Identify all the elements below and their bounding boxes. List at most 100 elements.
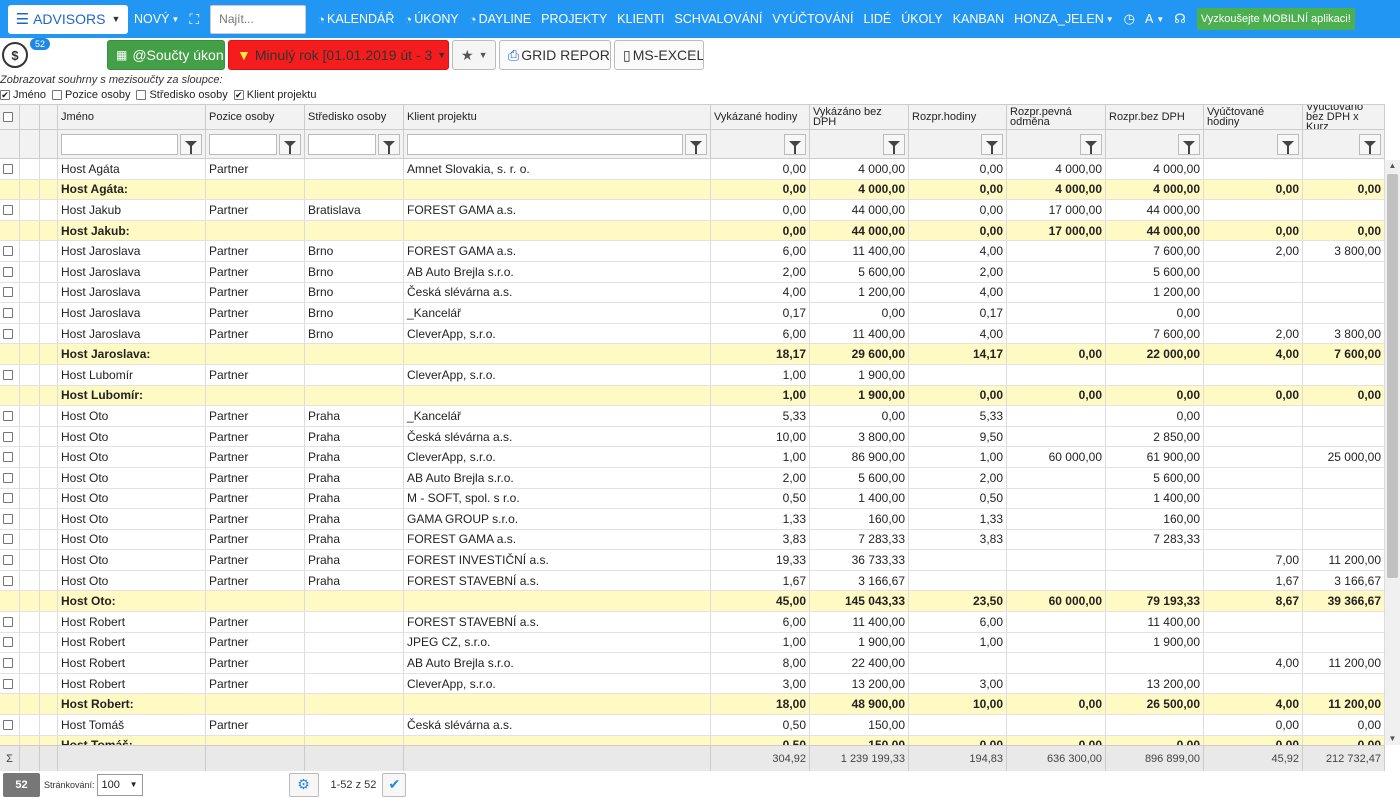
row-select-cell[interactable] xyxy=(0,488,20,509)
column-header[interactable]: Rozpr.pevná odměna xyxy=(1007,105,1106,129)
column-header[interactable]: Jméno xyxy=(58,105,206,129)
row-select-cell[interactable] xyxy=(0,220,20,241)
column-filter-button[interactable] xyxy=(1359,133,1381,155)
row-select-cell[interactable] xyxy=(0,715,20,735)
clock-icon[interactable]: ◷ xyxy=(1124,11,1135,27)
row-checkbox[interactable] xyxy=(3,452,13,463)
row-checkbox[interactable] xyxy=(3,493,13,504)
column-filter-button[interactable] xyxy=(883,133,905,155)
nav-projekty[interactable]: PROJEKTY xyxy=(541,12,607,26)
ms-excel-button[interactable]: ▯ MS-EXCEL xyxy=(614,40,704,70)
column-header[interactable]: Vykázáno bez DPH xyxy=(810,105,909,129)
grid-settings-button[interactable]: ⚙ xyxy=(288,772,319,797)
table-row[interactable]: Host Jaroslava Partner Brno CleverApp, s.r.… xyxy=(0,323,1385,345)
table-row[interactable]: Host Oto Partner Praha FOREST INVESTIČNÍ a.… xyxy=(0,550,1385,571)
row-checkbox[interactable] xyxy=(3,575,13,586)
row-checkbox[interactable] xyxy=(3,369,13,380)
table-row[interactable]: Host Oto Partner Praha FOREST GAMA a.s. 3,83… xyxy=(0,529,1385,551)
column-filter-input[interactable] xyxy=(61,133,178,155)
row-checkbox[interactable] xyxy=(3,555,13,566)
subtotal-row[interactable]: Host Agáta: 0,00 4 000,00 0,00 4 000,00 4 000… xyxy=(0,179,1385,201)
row-checkbox[interactable] xyxy=(3,287,13,298)
nav-klienti[interactable]: KLIENTI xyxy=(617,12,664,26)
subtotal-checkbox[interactable]: ✔ xyxy=(233,90,244,100)
mobile-app-button[interactable]: Vyzkoušejte MOBILNÍ aplikaci! xyxy=(1196,8,1355,30)
row-select-cell[interactable] xyxy=(0,303,20,323)
row-checkbox[interactable] xyxy=(3,266,13,277)
nav-lide[interactable]: LIDÉ xyxy=(863,12,891,26)
advisors-menu-button[interactable]: ☰ ADVISORS ▼ xyxy=(8,4,128,34)
row-checkbox[interactable] xyxy=(3,637,13,648)
row-select-cell[interactable] xyxy=(0,591,20,612)
column-filter-input[interactable] xyxy=(308,133,376,155)
table-row[interactable]: Host Jaroslava Partner Brno AB Auto Brejla … xyxy=(0,261,1385,283)
row-checkbox[interactable] xyxy=(3,534,13,545)
select-all-header[interactable] xyxy=(0,105,20,129)
row-select-cell[interactable] xyxy=(0,385,20,406)
table-row[interactable]: Host Robert Partner JPEG CZ, s.r.o. 1,00 1 9… xyxy=(0,632,1385,654)
column-header[interactable]: Rozpr.hodiny xyxy=(909,105,1007,129)
row-select-cell[interactable] xyxy=(0,632,20,653)
row-select-cell[interactable] xyxy=(0,467,20,488)
nav-kanban[interactable]: KANBAN xyxy=(953,12,1004,26)
favorites-button[interactable]: ★ ▼ xyxy=(452,40,496,70)
row-select-cell[interactable] xyxy=(0,612,20,632)
table-row[interactable]: Host Agáta Partner Amnet Slovakia, s. r. o… xyxy=(0,159,1385,180)
table-row[interactable]: Host Robert Partner FOREST STAVEBNÍ a.s. 6,… xyxy=(0,612,1385,633)
scroll-down-icon[interactable]: ▼ xyxy=(1385,733,1400,745)
table-row[interactable]: Host Robert Partner CleverApp, s.r.o. 3,00 1… xyxy=(0,673,1385,695)
nav-ukony[interactable]: ◔ ÚKONY xyxy=(404,12,458,27)
table-row[interactable]: Host Jaroslava Partner Brno FOREST GAMA a.s… xyxy=(0,241,1385,262)
table-row[interactable]: Host Oto Partner Praha Česká slévárna a.s. 1… xyxy=(0,426,1385,448)
column-header[interactable]: Vyúčtované hodiny xyxy=(1204,105,1303,129)
subtotal-row[interactable]: Host Robert: 18,00 48 900,00 10,00 0,00 26 50… xyxy=(0,694,1385,716)
page-size-select[interactable]: 100 ▼ xyxy=(96,773,143,796)
row-checkbox[interactable] xyxy=(3,678,13,689)
column-filter-button[interactable] xyxy=(1277,133,1299,155)
row-select-cell[interactable] xyxy=(0,159,20,179)
row-checkbox[interactable] xyxy=(3,163,13,174)
language-menu[interactable]: A ▼ xyxy=(1145,12,1164,26)
row-select-cell[interactable] xyxy=(0,406,20,426)
grid-scrollbar[interactable]: ▲ ▼ xyxy=(1385,160,1400,745)
headset-icon[interactable]: ☊ xyxy=(1174,11,1186,27)
history-clock-icon[interactable]: $ xyxy=(0,40,34,70)
row-select-cell[interactable] xyxy=(0,550,20,570)
table-row[interactable]: Host Oto Partner Praha FOREST STAVEBNÍ a.s.… xyxy=(0,570,1385,592)
row-select-cell[interactable] xyxy=(0,570,20,591)
row-checkbox[interactable] xyxy=(3,658,13,669)
table-row[interactable]: Host Tomáš Partner Česká slévárna a.s. 0,50… xyxy=(0,715,1385,736)
table-row[interactable]: Host Oto Partner Praha GAMA GROUP s.r.o. 1,3… xyxy=(0,509,1385,530)
row-select-cell[interactable] xyxy=(0,323,20,344)
summary-view-button[interactable]: ▦ @Součty úkonů ▼ xyxy=(107,40,225,70)
row-checkbox[interactable] xyxy=(3,616,13,627)
row-select-cell[interactable] xyxy=(0,200,20,220)
column-filter-button[interactable] xyxy=(685,133,707,155)
row-checkbox[interactable] xyxy=(3,472,13,483)
row-select-cell[interactable] xyxy=(0,653,20,673)
subtotal-row[interactable]: Host Lubomír: 1,00 1 900,00 0,00 0,00 0,00 0,0… xyxy=(0,385,1385,407)
column-filter-input[interactable] xyxy=(407,133,683,155)
row-checkbox[interactable] xyxy=(3,307,13,318)
row-checkbox[interactable] xyxy=(3,328,13,339)
new-menu[interactable]: NOVÝ ▼ xyxy=(134,12,179,26)
row-select-cell[interactable] xyxy=(0,447,20,467)
period-filter-button[interactable]: ▼ Minulý rok [01.01.2019 út - 3 ▼ xyxy=(228,40,449,70)
select-all-checkbox[interactable] xyxy=(3,112,13,122)
column-filter-button[interactable] xyxy=(1080,133,1102,155)
nav-vyuctovani[interactable]: VYÚČTOVÁNÍ xyxy=(772,12,853,26)
row-select-cell[interactable] xyxy=(0,426,20,447)
row-checkbox[interactable] xyxy=(3,246,13,257)
table-row[interactable]: Host Jaroslava Partner Brno Česká slévárna … xyxy=(0,282,1385,304)
column-filter-button[interactable] xyxy=(784,133,806,155)
org-chart-icon[interactable]: ⛶ xyxy=(189,11,199,28)
nav-ukoly[interactable]: ÚKOLY xyxy=(901,12,942,26)
column-filter-button[interactable] xyxy=(981,133,1003,155)
nav-schvalovani[interactable]: SCHVALOVÁNÍ xyxy=(674,12,762,26)
row-select-cell[interactable] xyxy=(0,529,20,550)
scroll-thumb[interactable] xyxy=(1387,174,1398,578)
row-select-cell[interactable] xyxy=(0,344,20,364)
user-menu[interactable]: HONZA_JELEN ▼ xyxy=(1014,12,1114,26)
row-checkbox[interactable] xyxy=(3,513,13,524)
row-checkbox[interactable] xyxy=(3,204,13,215)
